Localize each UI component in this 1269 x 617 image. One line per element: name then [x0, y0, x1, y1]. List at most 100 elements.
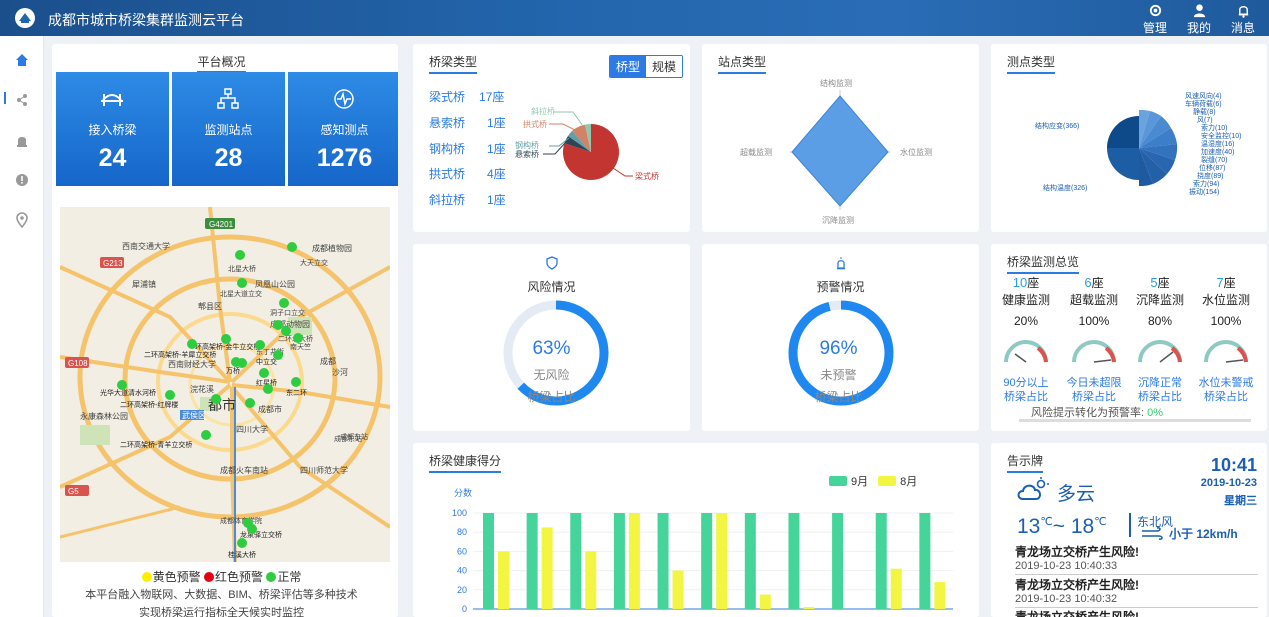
clock-date: 2019-10-23: [1200, 477, 1257, 489]
bridge-marker[interactable]: [237, 538, 247, 548]
bridge-icon: [101, 94, 123, 106]
stat-points[interactable]: 感知测点 1276: [288, 72, 398, 186]
notice-item[interactable]: 青龙场立交桥产生风险! 2019-10-23 10:40:32: [1015, 576, 1258, 608]
manage-button[interactable]: 管理: [1141, 3, 1169, 36]
pie-label: 斜拉桥: [531, 106, 555, 116]
bar-sep[interactable]: [744, 513, 756, 609]
rose-sector[interactable]: [1107, 116, 1139, 148]
rose-label: 加速度(40): [1201, 147, 1234, 156]
stat-bridges[interactable]: 接入桥梁 24: [56, 72, 169, 186]
monitor-col-health[interactable]: 10座 健康监测: [995, 274, 1057, 308]
map-label: 大天立交: [300, 258, 328, 267]
bridge-marker[interactable]: [255, 340, 265, 350]
bar-aug[interactable]: [541, 527, 553, 609]
alarm-icon[interactable]: [14, 132, 30, 148]
warning-title: 预警情况: [816, 280, 865, 294]
warning-icon[interactable]: [14, 172, 30, 188]
monitor-col-water[interactable]: 7座 水位监测: [1195, 274, 1257, 308]
bridge-marker[interactable]: [117, 380, 127, 390]
bridge-marker[interactable]: [287, 242, 297, 252]
point-type-title: 测点类型: [1007, 53, 1056, 74]
rose-sector[interactable]: [1107, 148, 1139, 180]
bar-sep[interactable]: [483, 513, 494, 609]
bar-sep[interactable]: [875, 513, 887, 609]
bar-sep[interactable]: [657, 513, 669, 609]
bridge-marker[interactable]: [235, 250, 245, 260]
bridge-marker[interactable]: [247, 524, 257, 534]
bar-sep[interactable]: [788, 513, 800, 609]
profile-button[interactable]: 我的: [1185, 3, 1213, 36]
bridge-marker[interactable]: [273, 320, 283, 330]
bar-sep[interactable]: [570, 513, 582, 609]
bridge-marker[interactable]: [201, 430, 211, 440]
bridge-marker[interactable]: [293, 333, 303, 343]
share-icon[interactable]: [14, 92, 30, 108]
platform-overview-card: 平台概况 接入桥梁 24 监测站点 28 感知测点 1276 西南交通大学 成都…: [52, 44, 398, 617]
bridge-marker[interactable]: [237, 278, 247, 288]
bridge-marker[interactable]: [279, 298, 289, 308]
bar-aug[interactable]: [759, 594, 771, 609]
bar-sep[interactable]: [919, 513, 931, 609]
user-icon: [1193, 4, 1205, 18]
location-pin-icon[interactable]: [14, 212, 30, 228]
stat-points-label: 感知测点: [320, 123, 369, 137]
bridge-marker[interactable]: [273, 350, 283, 360]
bar-aug[interactable]: [498, 551, 509, 609]
bridge-marker[interactable]: [211, 394, 221, 404]
bridge-marker[interactable]: [291, 377, 301, 387]
pie-label: 悬索桥: [515, 149, 539, 159]
radar-area[interactable]: [791, 95, 889, 207]
bar-aug[interactable]: [628, 513, 640, 609]
monitor-col-overload[interactable]: 6座 超载监测: [1063, 274, 1125, 308]
shield-icon: [546, 256, 558, 270]
city-map[interactable]: 西南交通大学 成都植物园 大天立交 北星大桥 凤凰山公园 北星大道立交 犀浦镇 …: [60, 207, 390, 562]
cloudy-icon: [1017, 477, 1049, 500]
messages-button[interactable]: 消息: [1229, 3, 1257, 36]
stat-stations[interactable]: 监测站点 28: [172, 72, 285, 186]
bar-aug[interactable]: [672, 570, 684, 609]
bar-aug[interactable]: [716, 513, 728, 609]
stat-points-value: 1276: [316, 144, 373, 172]
monitor-pct: 80%: [1147, 314, 1173, 328]
risk-conversion-label: 风险提示转化为预警率:: [1031, 407, 1145, 419]
bar-aug[interactable]: [585, 551, 597, 609]
toggle-by-scale[interactable]: 规模: [646, 56, 683, 77]
radar-axis-label: 沉降监测: [822, 215, 854, 225]
bar-aug[interactable]: [803, 607, 815, 609]
map-label: 永康森林公园: [80, 411, 128, 421]
top-bar: 成都市城市桥梁集群监测云平台 管理 我的 消息: [0, 0, 1269, 36]
radar-axis-label: 结构监测: [820, 78, 852, 88]
monitor-caption-line: 桥梁占比: [1004, 391, 1048, 403]
bridge-marker[interactable]: [259, 368, 269, 378]
bar-sep[interactable]: [701, 513, 713, 609]
monitor-caption: 90分以上 桥梁占比: [991, 376, 1062, 404]
bar-sep[interactable]: [832, 513, 844, 609]
monitor-col-settlement[interactable]: 5座 沉降监测: [1129, 274, 1191, 308]
bridge-marker[interactable]: [245, 398, 255, 408]
clock-weekday: 星期三: [1224, 495, 1257, 507]
bridge-marker[interactable]: [263, 384, 273, 394]
map-label: 西南财经大学: [168, 359, 216, 369]
bridge-marker[interactable]: [237, 358, 247, 368]
gauge-overload: [1072, 340, 1116, 363]
notice-item[interactable]: 青龙场立交桥产生风险!: [1015, 608, 1258, 617]
legend-yellow-label: 黄色预警: [152, 570, 201, 584]
bar-sep[interactable]: [613, 513, 625, 609]
bridge-marker[interactable]: [187, 339, 197, 349]
notice-item[interactable]: 青龙场立交桥产生风险! 2019-10-23 10:40:33: [1015, 543, 1258, 575]
bridge-marker[interactable]: [281, 326, 291, 336]
monitor-count: 10: [1012, 275, 1028, 290]
rose-label: 裂缝(70): [1201, 155, 1227, 164]
toggle-by-type[interactable]: 桥型: [610, 56, 647, 77]
map-label: 中立交: [256, 357, 277, 366]
bridge-marker[interactable]: [221, 334, 231, 344]
bar-aug[interactable]: [890, 568, 902, 609]
map-label: 光华大道清水河桥: [100, 388, 156, 397]
bar-aug[interactable]: [934, 582, 946, 609]
home-icon[interactable]: [14, 52, 30, 68]
bridge-marker[interactable]: [165, 390, 175, 400]
bar-sep[interactable]: [526, 513, 538, 609]
map-label: G4201: [209, 220, 234, 229]
health-title: 桥梁健康得分: [429, 452, 502, 473]
y-tick-label: 0: [462, 604, 467, 614]
